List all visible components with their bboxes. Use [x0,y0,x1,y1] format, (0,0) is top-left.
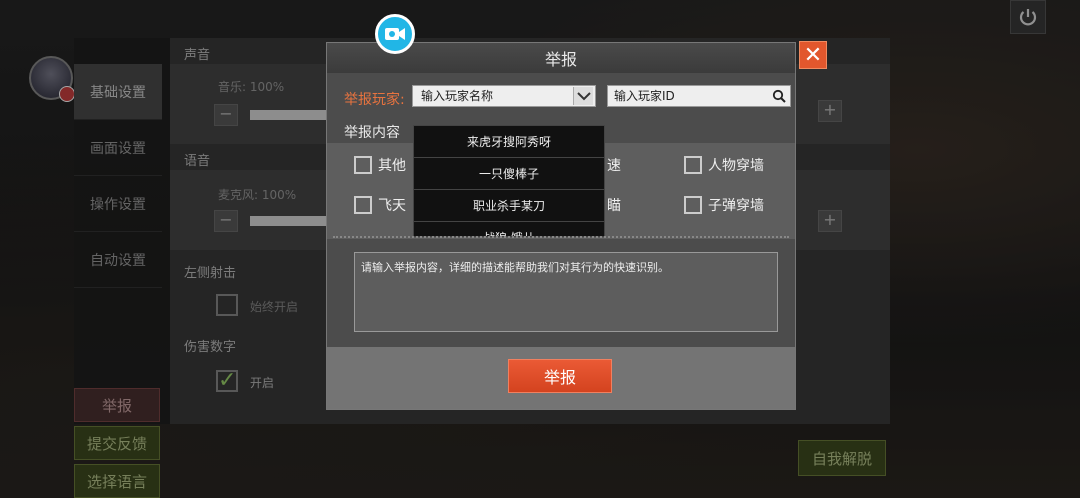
dropdown-item[interactable]: 一只傻棒子 [414,158,604,190]
report-content-textarea[interactable]: 请输入举报内容，详细的描述能帮助我们对其行为的快速识别。 [354,252,778,332]
dropdown-item[interactable]: 来虎牙搜阿秀呀 [414,126,604,158]
dropdown-item[interactable]: 战狼 饿儿 [414,222,604,236]
close-button[interactable]: ✕ [799,41,827,69]
checkbox[interactable] [354,156,372,174]
search-icon[interactable] [769,87,789,105]
chevron-down-icon[interactable] [573,87,593,105]
player-name-dropdown: 来虎牙搜阿秀呀 一只傻棒子 职业杀手某刀 战狼 饿儿 [413,125,605,237]
option-label: 速 [607,158,621,174]
option-wall-hack-player[interactable]: 人物穿墙 [684,155,764,175]
camera-button[interactable] [375,14,415,54]
player-id-placeholder: 输入玩家ID [614,89,675,103]
submit-report-button[interactable]: 举报 [508,359,612,393]
player-id-input[interactable]: 输入玩家ID [607,85,791,107]
report-modal: 举报 ✕ 举报玩家: 输入玩家名称 输入玩家ID 举报内容 其他 飞天 速 瞄 … [326,41,827,410]
option-label: 飞天 [378,198,406,214]
close-icon: ✕ [803,42,823,68]
report-content-label: 举报内容 [344,125,400,141]
camera-icon [385,28,405,40]
option-label: 瞄 [607,198,621,214]
option-wall-hack-bullet[interactable]: 子弹穿墙 [684,195,764,215]
option-label: 子弹穿墙 [708,198,764,214]
dropdown-item[interactable]: 职业杀手某刀 [414,190,604,222]
checkbox[interactable] [354,196,372,214]
player-name-placeholder: 输入玩家名称 [421,89,494,103]
option-aim[interactable]: 瞄 [607,195,621,215]
player-name-select[interactable]: 输入玩家名称 [412,85,596,107]
option-flying[interactable]: 飞天 [354,195,406,215]
report-player-label: 举报玩家: [344,92,405,108]
option-other[interactable]: 其他 [354,155,406,175]
option-label: 其他 [378,158,406,174]
option-label: 人物穿墙 [708,158,764,174]
checkbox[interactable] [684,156,702,174]
divider [333,236,789,238]
option-speed[interactable]: 速 [607,155,621,175]
checkbox[interactable] [684,196,702,214]
